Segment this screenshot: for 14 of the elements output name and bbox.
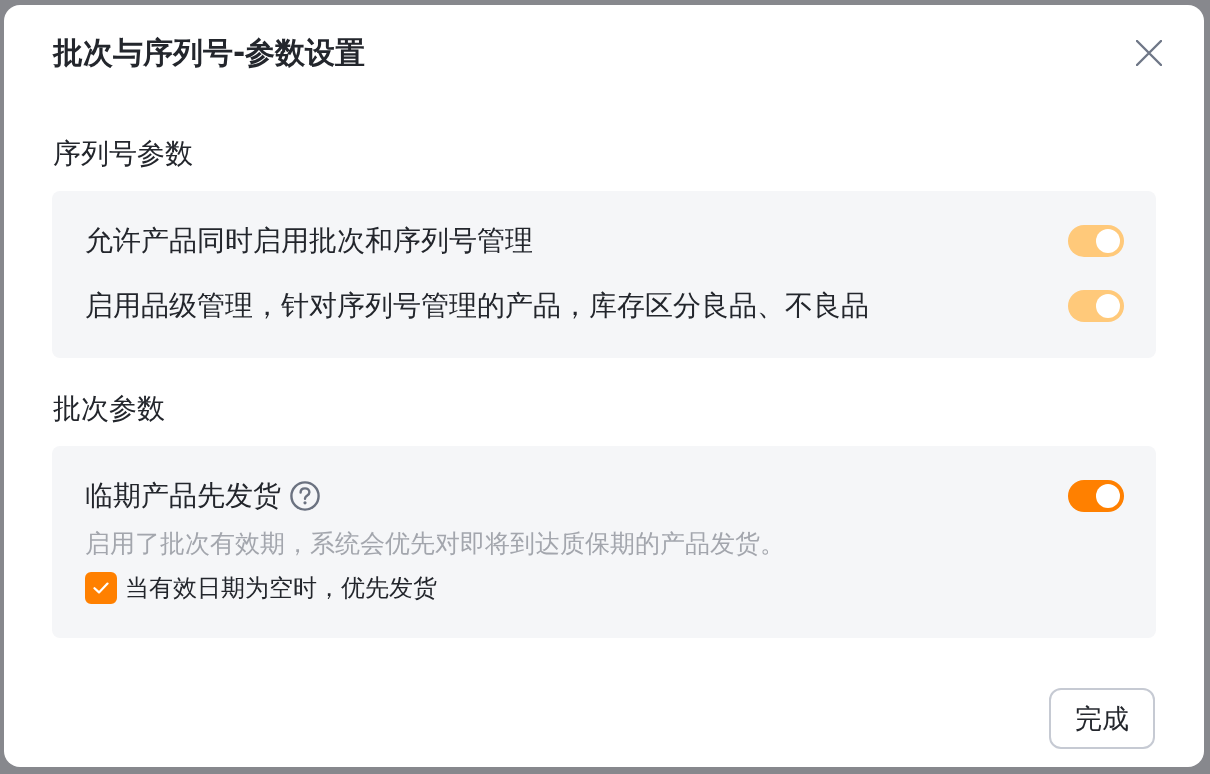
setting-label: 启用品级管理，针对序列号管理的产品，库存区分良品、不良品 [85, 288, 869, 324]
close-icon[interactable] [1136, 40, 1162, 66]
done-button[interactable]: 完成 [1049, 688, 1155, 749]
toggle-switch[interactable] [1068, 480, 1124, 512]
checkbox-label[interactable]: 当有效日期为空时，优先发货 [125, 570, 437, 606]
dialog-title: 批次与序列号-参数设置 [53, 35, 366, 71]
setting-label: 临期产品先发货 [85, 478, 281, 514]
setting-description: 启用了批次有效期，系统会优先对即将到达质保期的产品发货。 [85, 528, 785, 560]
section-title: 序列号参数 [52, 136, 193, 172]
section-title: 批次参数 [52, 391, 165, 427]
setting-label: 允许产品同时启用批次和序列号管理 [85, 223, 533, 259]
checkmark-icon [93, 582, 109, 594]
help-icon[interactable] [290, 481, 320, 511]
checkbox[interactable] [85, 572, 117, 604]
